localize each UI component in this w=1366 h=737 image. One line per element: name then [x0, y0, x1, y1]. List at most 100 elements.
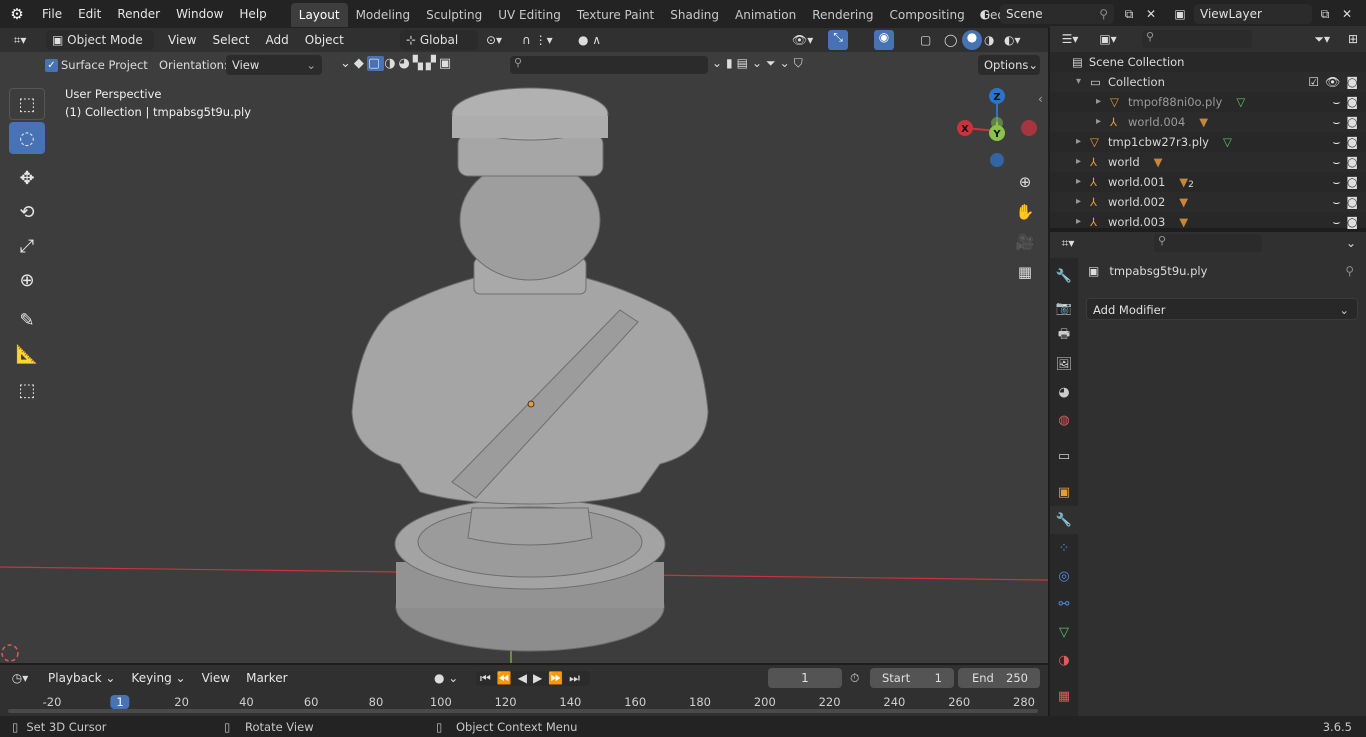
- rotate-tool-icon[interactable]: ⟲: [9, 196, 45, 228]
- new-viewlayer-icon[interactable]: ⧉: [1314, 7, 1336, 22]
- view-layer-tab-icon[interactable]: 🖼: [1050, 350, 1078, 378]
- outliner-row[interactable]: ▸ ⅄ world.001 ▼ 2 ⌣ ◙: [1050, 172, 1366, 192]
- eye-icon[interactable]: ⌣: [1332, 212, 1340, 232]
- eye-icon[interactable]: ⌣: [1332, 112, 1340, 132]
- select-mode-icons[interactable]: ⌄◆▢◑◕▚▞▣: [340, 56, 454, 71]
- expand-chevron-icon[interactable]: ▸: [1076, 172, 1090, 192]
- remove-viewlayer-icon[interactable]: ✕: [1336, 7, 1358, 21]
- scene-tab-icon[interactable]: ◕: [1050, 378, 1078, 406]
- tab-animation[interactable]: Animation: [727, 3, 804, 27]
- outliner-row[interactable]: ▸ ⅄ world ▼ ⌣ ◙: [1050, 152, 1366, 172]
- move-tool-icon[interactable]: ✥: [9, 162, 45, 194]
- physics-tab-icon[interactable]: ◎: [1050, 562, 1078, 590]
- new-collection-icon[interactable]: ⊞: [1348, 32, 1358, 46]
- add-modifier-dropdown[interactable]: Add Modifier ⌄: [1086, 298, 1358, 320]
- constraints-tab-icon[interactable]: ⚯: [1050, 590, 1078, 618]
- tab-sculpting[interactable]: Sculpting: [418, 3, 490, 27]
- camera-render-icon[interactable]: ◙: [1346, 132, 1358, 152]
- annotate-tool-icon[interactable]: ✎: [9, 304, 45, 336]
- eye-icon[interactable]: ⌣: [1332, 172, 1340, 192]
- transform-tool-icon[interactable]: ⊕: [9, 264, 45, 296]
- tab-rendering[interactable]: Rendering: [804, 3, 881, 27]
- eye-icon[interactable]: ⌣: [1332, 192, 1340, 212]
- camera-render-icon[interactable]: ◙: [1346, 92, 1358, 112]
- pin-icon[interactable]: ⚲: [1345, 264, 1354, 278]
- tab-modeling[interactable]: Modeling: [348, 3, 419, 27]
- pin-icon[interactable]: ⚲: [1099, 4, 1108, 24]
- scene-collection-row[interactable]: ▤ Scene Collection: [1050, 52, 1366, 72]
- select-box-tool-icon[interactable]: ⬚: [9, 88, 45, 120]
- viewlayer-icon[interactable]: ▣: [1166, 7, 1194, 21]
- tab-shading[interactable]: Shading: [662, 3, 727, 27]
- camera-render-icon[interactable]: ◙: [1346, 72, 1358, 92]
- menu-help[interactable]: Help: [231, 0, 274, 28]
- properties-options-chevron-icon[interactable]: ⌄: [1346, 236, 1356, 250]
- expand-chevron-icon[interactable]: ▸: [1096, 112, 1110, 132]
- material-tab-icon[interactable]: ◑: [1050, 646, 1078, 674]
- eye-icon[interactable]: ⌣: [1332, 132, 1340, 152]
- new-scene-icon[interactable]: ⧉: [1118, 7, 1140, 22]
- overlays-toggle-icon[interactable]: ◉: [874, 30, 894, 50]
- orientation-dropdown[interactable]: View ⌄: [226, 55, 322, 75]
- eye-icon[interactable]: ⌣: [1332, 92, 1340, 112]
- playhead-frame-indicator[interactable]: 1: [110, 695, 130, 709]
- camera-render-icon[interactable]: ◙: [1346, 192, 1358, 212]
- filter-icons[interactable]: ⌄▮▤⌄⏷⌄⛉: [712, 56, 807, 71]
- filter-search-field[interactable]: ⚲: [510, 56, 708, 74]
- camera-render-icon[interactable]: ◙: [1346, 172, 1358, 192]
- modifier-tab-icon[interactable]: 🔧: [1050, 506, 1078, 534]
- outliner-row[interactable]: ▸ ▽ tmpof88ni0o.ply ▽ ⌣ ◙: [1050, 92, 1366, 112]
- menu-file[interactable]: File: [34, 0, 70, 28]
- expand-chevron-icon[interactable]: ▸: [1076, 212, 1090, 232]
- camera-render-icon[interactable]: ◙: [1346, 212, 1358, 232]
- sidebar-toggle-chevron-icon[interactable]: ‹: [1038, 92, 1043, 106]
- scale-tool-icon[interactable]: ⤢: [9, 230, 45, 262]
- expand-chevron-icon[interactable]: ▸: [1076, 192, 1090, 212]
- visibility-icon[interactable]: 👁▾: [792, 33, 813, 47]
- camera-render-icon[interactable]: ◙: [1346, 112, 1358, 132]
- render-tab-icon[interactable]: 📷: [1050, 294, 1078, 322]
- camera-render-icon[interactable]: ◙: [1346, 152, 1358, 172]
- output-tab-icon[interactable]: 🖶: [1050, 322, 1078, 350]
- menu-add[interactable]: Add: [258, 28, 297, 52]
- tab-compositing[interactable]: Compositing: [881, 3, 972, 27]
- particles-tab-icon[interactable]: ⁘: [1050, 534, 1078, 562]
- remove-scene-icon[interactable]: ✕: [1140, 7, 1162, 21]
- outliner-editor-icon[interactable]: ☰▾: [1050, 32, 1090, 46]
- pivot-point-icon[interactable]: ⊙▾: [486, 33, 502, 47]
- tab-uv-editing[interactable]: UV Editing: [490, 3, 569, 27]
- outliner-search-field[interactable]: ⚲: [1142, 30, 1252, 48]
- eye-icon[interactable]: 👁: [1325, 72, 1340, 92]
- tool-tab-icon[interactable]: 🔧: [1050, 262, 1078, 290]
- zoom-icon[interactable]: ⊕: [1011, 168, 1039, 196]
- properties-editor-icon[interactable]: ⌗▾: [1050, 236, 1086, 251]
- gizmo-toggle-icon[interactable]: ⤡: [828, 30, 848, 50]
- timeline-scrollbar[interactable]: [8, 709, 1038, 713]
- eye-icon[interactable]: ⌣: [1332, 152, 1340, 172]
- blender-logo-icon[interactable]: ⚙: [0, 0, 34, 28]
- camera-view-icon[interactable]: 🎥: [1011, 228, 1039, 256]
- collection-tab-icon[interactable]: ▭: [1050, 442, 1078, 470]
- ortho-grid-icon[interactable]: ▦: [1011, 258, 1039, 286]
- shading-solid-icon[interactable]: ●: [962, 30, 982, 50]
- outliner-row[interactable]: ▸ ⅄ world.004 ▼ ⌣ ◙: [1050, 112, 1366, 132]
- viewlayer-selector[interactable]: ViewLayer: [1194, 4, 1312, 24]
- shading-material-icon[interactable]: ◑: [984, 33, 994, 47]
- menu-select[interactable]: Select: [204, 28, 257, 52]
- menu-edit[interactable]: Edit: [70, 0, 109, 28]
- menu-object[interactable]: Object: [297, 28, 352, 52]
- world-tab-icon[interactable]: ◍: [1050, 406, 1078, 434]
- object-tab-icon[interactable]: ▣: [1050, 478, 1078, 506]
- menu-window[interactable]: Window: [168, 0, 231, 28]
- menu-render[interactable]: Render: [109, 0, 168, 28]
- outliner-row[interactable]: ▸ ▽ tmp1cbw27r3.ply ▽ ⌣ ◙: [1050, 132, 1366, 152]
- display-mode-icon[interactable]: ▣▾: [1090, 32, 1126, 46]
- filter-funnel-icon[interactable]: ⏷▾: [1314, 32, 1330, 47]
- measure-tool-icon[interactable]: 📐: [9, 338, 45, 370]
- options-button[interactable]: Options⌄: [978, 55, 1040, 75]
- expand-chevron-icon[interactable]: ▾: [1076, 72, 1090, 92]
- menu-view[interactable]: View: [160, 28, 204, 52]
- shading-wireframe-icon[interactable]: ◯: [944, 33, 957, 47]
- tab-layout[interactable]: Layout: [290, 3, 348, 27]
- pan-hand-icon[interactable]: ✋: [1011, 198, 1039, 226]
